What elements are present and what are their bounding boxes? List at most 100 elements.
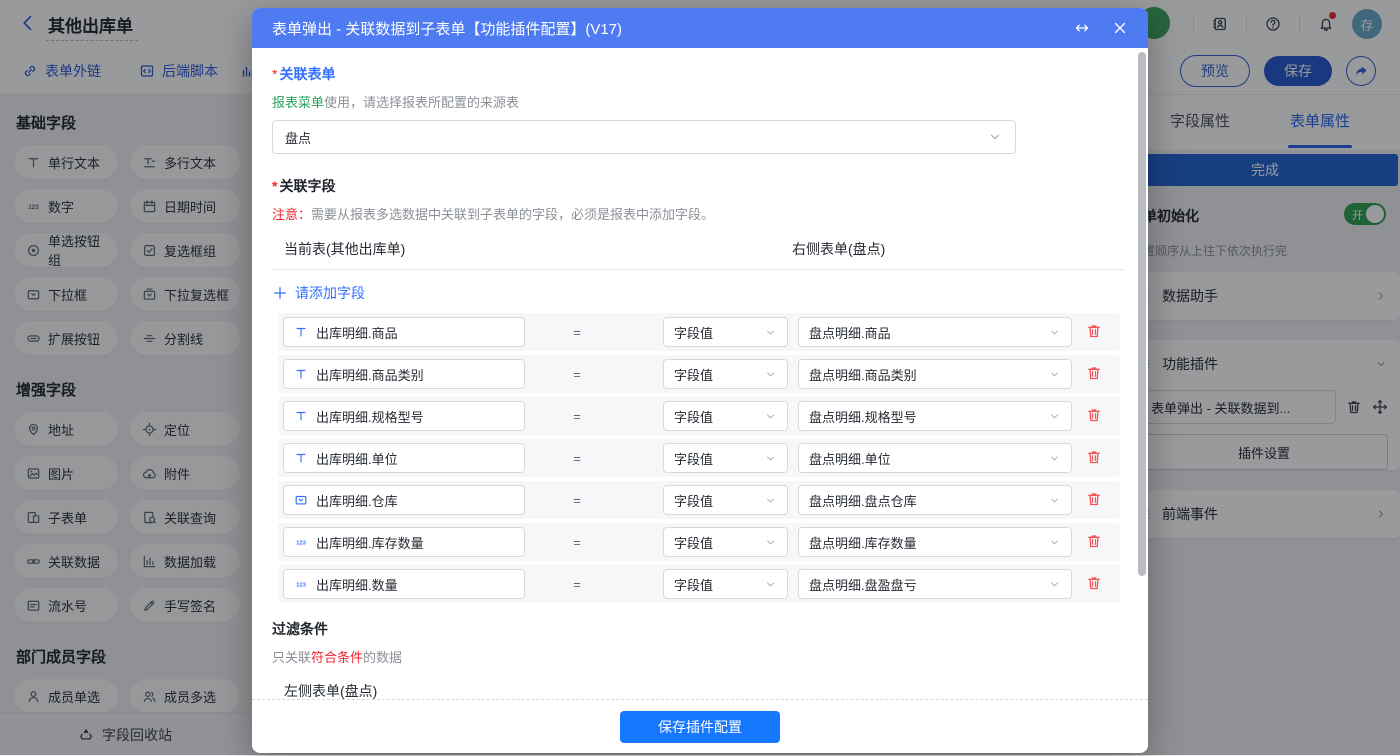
- close-icon[interactable]: [1112, 20, 1128, 36]
- select-value: 字段值: [674, 533, 764, 552]
- value-type-select[interactable]: 字段值: [663, 485, 788, 515]
- delete-row-icon[interactable]: [1086, 449, 1102, 465]
- left-field-input[interactable]: 出库明细.商品: [283, 317, 525, 347]
- value-type-select[interactable]: 字段值: [663, 443, 788, 473]
- svg-text:123: 123: [296, 582, 306, 588]
- right-field-select[interactable]: 盘点明细.库存数量: [798, 527, 1072, 557]
- save-plugin-config-button[interactable]: 保存插件配置: [620, 711, 780, 743]
- left-field-value: 出库明细.商品类别: [316, 365, 424, 384]
- left-field-value: 出库明细.规格型号: [316, 407, 424, 426]
- left-field-input[interactable]: 出库明细.单位: [283, 443, 525, 473]
- add-field-label: 请添加字段: [295, 283, 365, 303]
- right-field-select[interactable]: 盘点明细.商品类别: [798, 359, 1072, 389]
- divider: [272, 269, 1124, 270]
- right-field-select[interactable]: 盘点明细.商品: [798, 317, 1072, 347]
- related-form-desc: 报表菜单使用，请选择报表所配置的来源表: [272, 92, 1124, 111]
- chevron-down-icon: [1048, 368, 1061, 381]
- plugin-config-modal: 表单弹出 - 关联数据到子表单【功能插件配置】(V17) *关联表单 报表菜单使…: [252, 8, 1148, 753]
- delete-row-icon[interactable]: [1086, 575, 1102, 591]
- chevron-down-icon: [1048, 452, 1061, 465]
- add-field-button[interactable]: 请添加字段: [272, 283, 402, 303]
- select-value: 字段值: [674, 323, 764, 342]
- required-mark: *: [272, 178, 277, 194]
- equals-operator: =: [562, 355, 592, 393]
- number-icon: 123: [294, 577, 308, 591]
- mapping-column-headers: 当前表(其他出库单) 右侧表单(盘点): [272, 239, 1124, 259]
- left-field-input[interactable]: 出库明细.规格型号: [283, 401, 525, 431]
- left-field-value: 出库明细.商品: [316, 323, 398, 342]
- filter-left-form-label: 左侧表单(盘点): [284, 681, 1124, 699]
- value-type-select[interactable]: 字段值: [663, 317, 788, 347]
- select-value: 盘点明细.商品: [809, 323, 1048, 342]
- left-field-input[interactable]: 出库明细.商品类别: [283, 359, 525, 389]
- filter-title: 过滤条件: [272, 619, 1124, 639]
- select-value: 盘点明细.盘盈盘亏: [809, 575, 1048, 594]
- select-value: 盘点明细.商品类别: [809, 365, 1048, 384]
- chevron-down-icon: [1048, 494, 1061, 507]
- chevron-down-icon: [764, 326, 777, 339]
- required-mark: *: [272, 66, 277, 82]
- equals-operator: =: [562, 397, 592, 435]
- chevron-down-icon: [764, 452, 777, 465]
- select-value: 盘点: [285, 128, 987, 147]
- mapping-row: 123出库明细.库存数量=字段值盘点明细.库存数量: [278, 523, 1120, 561]
- left-column-header: 当前表(其他出库单): [284, 239, 792, 259]
- mapping-rows: 出库明细.商品=字段值盘点明细.商品出库明细.商品类别=字段值盘点明细.商品类别…: [278, 313, 1120, 603]
- source-form-select[interactable]: 盘点: [272, 120, 1016, 154]
- modal-title: 表单弹出 - 关联数据到子表单【功能插件配置】(V17): [272, 18, 1052, 39]
- chevron-down-icon: [1048, 326, 1061, 339]
- select-value: 盘点明细.单位: [809, 449, 1048, 468]
- related-fields-note: 注意：需要从报表多选数据中关联到子表单的字段，必须是报表中添加字段。: [272, 204, 1124, 223]
- value-type-select[interactable]: 字段值: [663, 359, 788, 389]
- mapping-row: 出库明细.单位 = 字段值 盘点明细.单位: [278, 439, 1120, 477]
- delete-row-icon[interactable]: [1086, 533, 1102, 549]
- equals-operator: =: [562, 439, 592, 477]
- left-field-value: 出库明细.单位: [316, 449, 398, 468]
- related-fields-label: *关联字段: [272, 176, 1124, 196]
- modal-header: 表单弹出 - 关联数据到子表单【功能插件配置】(V17): [252, 8, 1148, 48]
- number-icon: 123: [294, 535, 308, 549]
- value-type-select[interactable]: 字段值: [663, 401, 788, 431]
- mapping-row: 123 出库明细.数量 = 字段值 盘点明细.盘盈盘亏: [278, 565, 1120, 603]
- modal-body: *关联表单 报表菜单使用，请选择报表所配置的来源表 盘点 *关联字段 注意：需要…: [252, 48, 1148, 699]
- left-field-input[interactable]: 出库明细.仓库: [283, 485, 525, 515]
- mapping-row: 出库明细.规格型号 = 字段值盘点明细.规格型号: [278, 397, 1120, 435]
- chevron-down-icon: [764, 536, 777, 549]
- related-form-label: *关联表单: [272, 64, 1124, 84]
- chevron-down-icon: [987, 129, 1003, 145]
- delete-row-icon[interactable]: [1086, 323, 1102, 339]
- modal-footer: 保存插件配置: [252, 699, 1148, 753]
- plus-icon: [272, 285, 288, 301]
- expand-icon[interactable]: [1074, 20, 1090, 36]
- mapping-row: 出库明细.仓库 = 字段值 盘点明细.盘点仓库: [278, 481, 1120, 519]
- delete-row-icon[interactable]: [1086, 407, 1102, 423]
- equals-operator: =: [562, 481, 592, 519]
- right-field-select[interactable]: 盘点明细.规格型号: [798, 401, 1072, 431]
- right-field-select[interactable]: 盘点明细.盘盈盘亏: [798, 569, 1072, 599]
- chevron-down-icon: [764, 368, 777, 381]
- chevron-down-icon: [764, 494, 777, 507]
- value-type-select[interactable]: 字段值: [663, 569, 788, 599]
- right-field-select[interactable]: 盘点明细.盘点仓库: [798, 485, 1072, 515]
- left-field-input[interactable]: 123 出库明细.数量: [283, 569, 525, 599]
- select-value: 字段值: [674, 449, 764, 468]
- delete-row-icon[interactable]: [1086, 491, 1102, 507]
- select-value: 盘点明细.盘点仓库: [809, 491, 1048, 510]
- right-field-select[interactable]: 盘点明细.单位: [798, 443, 1072, 473]
- left-field-value: 出库明细.仓库: [316, 491, 398, 510]
- modal-scrollbar[interactable]: [1138, 52, 1146, 576]
- left-field-value: 出库明细.库存数量: [316, 533, 424, 552]
- left-field-value: 出库明细.数量: [316, 575, 398, 594]
- text-icon: [294, 367, 308, 381]
- delete-row-icon[interactable]: [1086, 365, 1102, 381]
- text-icon: [294, 451, 308, 465]
- chevron-down-icon: [1048, 410, 1061, 423]
- chevron-down-icon: [1048, 536, 1061, 549]
- value-type-select[interactable]: 字段值: [663, 527, 788, 557]
- select-value: 字段值: [674, 365, 764, 384]
- select-value: 字段值: [674, 575, 764, 594]
- select-value: 盘点明细.库存数量: [809, 533, 1048, 552]
- left-field-input[interactable]: 123 出库明细.库存数量: [283, 527, 525, 557]
- mapping-row: 出库明细.商品=字段值盘点明细.商品: [278, 313, 1120, 351]
- equals-operator: =: [562, 565, 592, 603]
